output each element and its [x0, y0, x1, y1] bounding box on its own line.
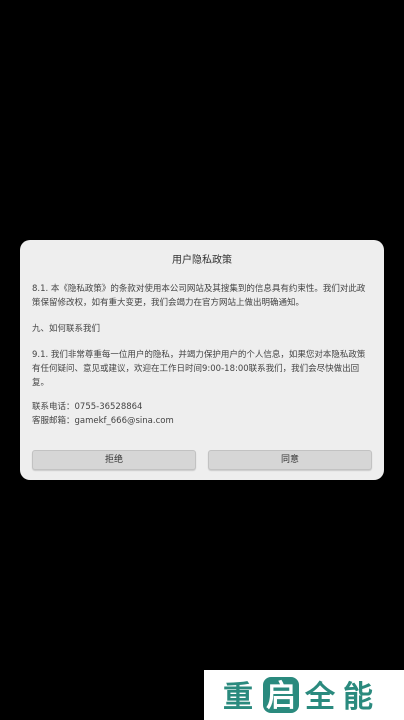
- screen: 用户隐私政策 8.1. 本《隐私政策》的条款对使用本公司网站及其搜集到的信息具有…: [0, 0, 404, 720]
- dialog-body[interactable]: 8.1. 本《隐私政策》的条款对使用本公司网站及其搜集到的信息具有约束性。我们对…: [32, 282, 372, 428]
- agree-button[interactable]: 同意: [208, 450, 372, 470]
- contact-email: 客服邮箱：gamekf_666@sina.com: [32, 416, 174, 426]
- svg-text:重: 重: [223, 680, 253, 715]
- svg-text:启: 启: [266, 679, 296, 714]
- contact-info: 联系电话：0755-36528864 客服邮箱：gamekf_666@sina.…: [32, 400, 372, 428]
- section-heading-contact: 九、如何联系我们: [32, 324, 101, 334]
- dialog-title: 用户隐私政策: [172, 255, 232, 266]
- contact-phone: 联系电话：0755-36528864: [32, 402, 143, 412]
- policy-paragraph-9-1: 9.1. 我们非常尊重每一位用户的隐私，并竭力保护用户的个人信息，如果您对本隐私…: [32, 350, 366, 388]
- watermark-logo: 重 启 全 能: [204, 670, 404, 720]
- dialog-buttons: 拒绝 同意: [32, 450, 372, 470]
- reject-button[interactable]: 拒绝: [32, 450, 196, 470]
- privacy-policy-dialog: 用户隐私政策 8.1. 本《隐私政策》的条款对使用本公司网站及其搜集到的信息具有…: [20, 240, 384, 480]
- restart-logo-icon: 重 启 全 能: [223, 677, 373, 715]
- svg-text:能: 能: [343, 680, 373, 715]
- svg-text:全: 全: [304, 680, 336, 715]
- policy-paragraph-8-1: 8.1. 本《隐私政策》的条款对使用本公司网站及其搜集到的信息具有约束性。我们对…: [32, 284, 366, 308]
